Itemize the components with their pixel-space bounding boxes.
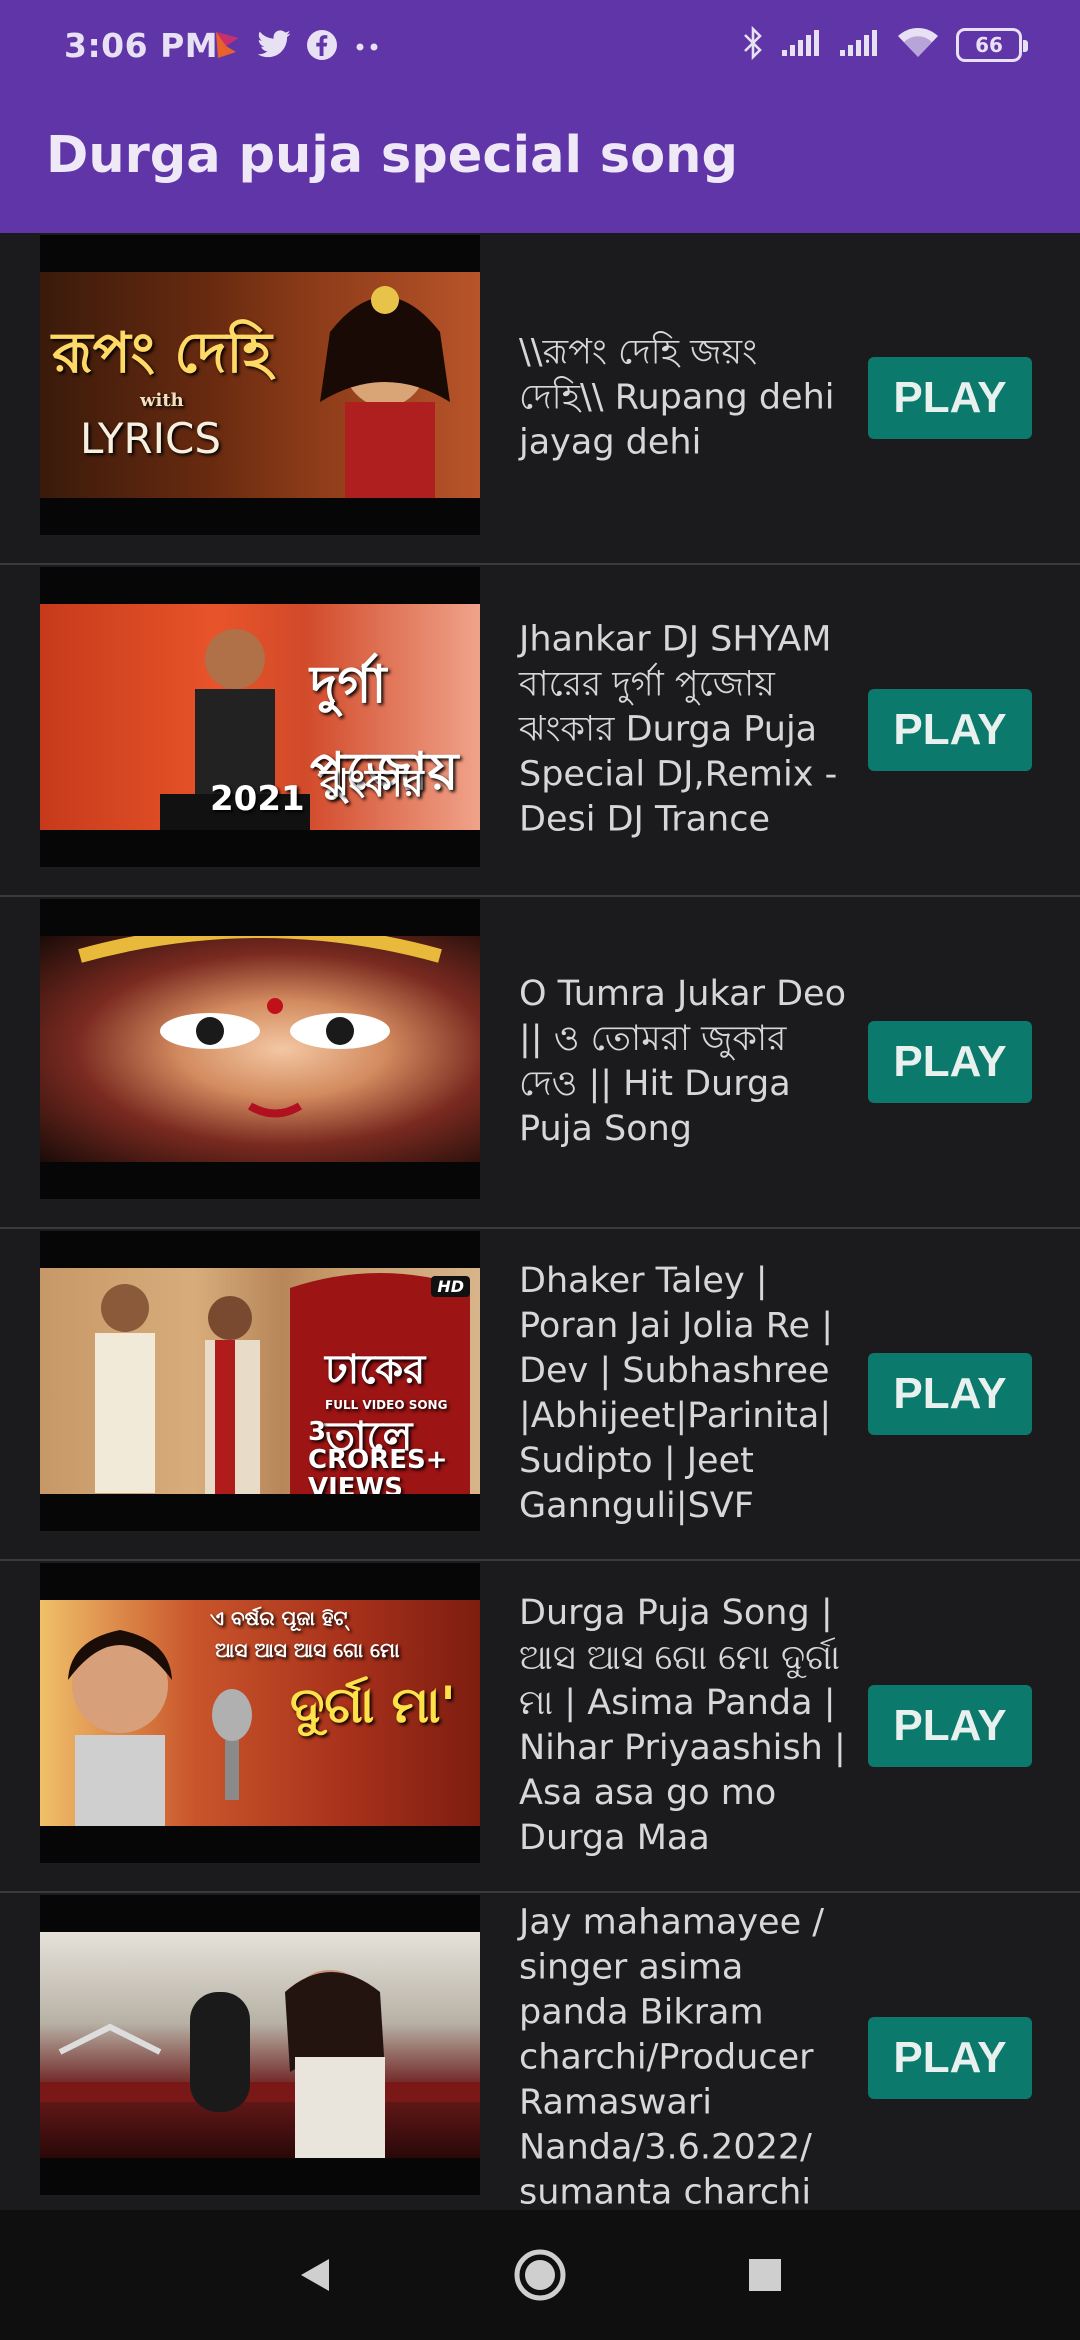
play-button[interactable]: PLAY (868, 1685, 1032, 1767)
song-title: Jay mahamayee / singer asima panda Bikra… (519, 1902, 825, 2213)
thumbnail-sub-text: ଏ ବର୍ଷର ପୂଜା ହିଟ୍ (210, 1606, 348, 1630)
battery-icon: 66 (956, 28, 1028, 62)
thumbnail-extra-text: ଆସ ଆସ ଆସ ଗୋ ମୋ (215, 1638, 400, 1662)
song-title: Dhaker Taley | Poran Jai Jolia Re | Dev … (519, 1261, 833, 1526)
twitter-icon (256, 30, 292, 64)
video-thumbnail[interactable]: রূপং দেহি with LYRICS (40, 235, 480, 535)
status-right-icons: 66 (742, 25, 1028, 64)
video-thumbnail[interactable]: ঢাকের তালে FULL VIDEO SONG 3 CRORES+ VIE… (40, 1231, 480, 1531)
play-button[interactable]: PLAY (868, 357, 1032, 439)
video-thumbnail[interactable]: ଏ ବର୍ଷର ପୂଜା ହିଟ୍ ଆସ ଆସ ଆସ ଗୋ ମୋ ଦୁର୍ଗା … (40, 1563, 480, 1863)
thumbnail-image (40, 936, 480, 1162)
goddess-face-image (78, 936, 442, 1118)
song-title: \\রূপং দেহি জয়ং দেহি\\ Rupang dehi jaya… (519, 332, 835, 463)
thumbnail-image (40, 1932, 480, 2158)
video-thumbnail[interactable] (40, 1895, 480, 2195)
thumbnail-sub-text: ঝংকার (320, 760, 424, 805)
studio-singer-image (40, 1970, 480, 2158)
list-item[interactable]: ঢাকের তালে FULL VIDEO SONG 3 CRORES+ VIE… (0, 1229, 1080, 1561)
goddess-figure-image (320, 286, 450, 498)
list-item[interactable]: O Tumra Jukar Deo || ও তোমরা জুকার দেও |… (0, 897, 1080, 1229)
signal-icon (780, 28, 822, 62)
list-item[interactable]: ଏ ବର୍ଷର ପୂଜା ହିଟ୍ ଆସ ଆସ ଆସ ଗୋ ମୋ ଦୁର୍ଗା … (0, 1561, 1080, 1893)
thumbnail-image: রূপং দেহি with LYRICS (40, 272, 480, 498)
app-header: 3:06 PM 66 Durga puja special song (0, 0, 1080, 233)
thumbnail-sub-text: with (140, 390, 184, 411)
signal-icon (838, 28, 880, 62)
list-item[interactable]: রূপং দেহি with LYRICS \\রূপং দেহি জয়ং দ… (0, 233, 1080, 565)
hd-badge: HD (431, 1276, 470, 1297)
home-icon[interactable] (510, 2245, 570, 2305)
recents-icon[interactable] (735, 2245, 795, 2305)
play-button[interactable]: PLAY (868, 689, 1032, 771)
facebook-icon (306, 29, 338, 65)
thumbnail-image: ଏ ବର୍ଷର ପୂଜା ହିଟ୍ ଆସ ଆସ ଆସ ଗୋ ମୋ ଦୁର୍ଗା … (40, 1600, 480, 1826)
status-bar: 3:06 PM 66 (0, 0, 1080, 96)
more-dots-icon (352, 38, 382, 57)
status-time: 3:06 PM (64, 26, 219, 65)
thumbnail-extra-text: LYRICS (80, 414, 222, 463)
page-title: Durga puja special song (46, 126, 738, 185)
play-button[interactable]: PLAY (868, 1353, 1032, 1435)
play-button[interactable]: PLAY (868, 1021, 1032, 1103)
thumbnail-image: দুর্গা পুজোয় ঝংকার 2021 (40, 604, 480, 830)
thumbnail-extra-text: 2021 (210, 779, 305, 819)
thumbnail-title-text: ଦୁର୍ଗା ମା' (290, 1675, 456, 1734)
video-thumbnail[interactable] (40, 899, 480, 1199)
play-button[interactable]: PLAY (868, 2017, 1032, 2099)
song-list[interactable]: রূপং দেহি with LYRICS \\রূপং দেহি জয়ং দ… (0, 233, 1080, 2225)
status-left-icons (212, 28, 382, 66)
back-icon[interactable] (285, 2245, 345, 2305)
bluetooth-icon (742, 25, 764, 64)
wifi-icon (896, 27, 940, 63)
app-notification-icon (212, 28, 242, 66)
thumbnail-image: ঢাকের তালে FULL VIDEO SONG 3 CRORES+ VIE… (40, 1268, 480, 1494)
navigation-bar (0, 2210, 1080, 2340)
thumbnail-extra-text: 3 CRORES+ VIEWS (308, 1417, 448, 1494)
list-item[interactable]: Jay mahamayee / singer asima panda Bikra… (0, 1893, 1080, 2225)
song-title: Durga Puja Song | ଆସ ଆସ ଗୋ ମୋ ଦୁର୍ଗା ମା … (519, 1593, 846, 1858)
thumbnail-sub-text: FULL VIDEO SONG (325, 1398, 448, 1412)
song-title: Jhankar DJ SHYAM বারের দুর্গা পুজোয় ঝংক… (519, 619, 838, 840)
video-thumbnail[interactable]: দুর্গা পুজোয় ঝংকার 2021 (40, 567, 480, 867)
list-item[interactable]: দুর্গা পুজোয় ঝংকার 2021 Jhankar DJ SHYA… (0, 565, 1080, 897)
battery-level: 66 (975, 33, 1003, 57)
song-title: O Tumra Jukar Deo || ও তোমরা জুকার দেও |… (519, 974, 846, 1149)
